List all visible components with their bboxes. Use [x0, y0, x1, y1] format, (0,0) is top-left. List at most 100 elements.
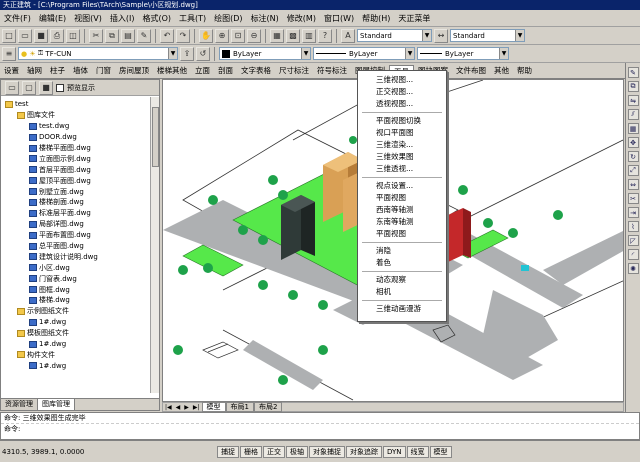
- zoom-previous-icon[interactable]: ⊖: [247, 28, 261, 43]
- help-icon[interactable]: ?: [318, 28, 332, 43]
- menu-tangent[interactable]: 天正菜单: [394, 13, 434, 24]
- extend-icon[interactable]: ⇥: [627, 207, 639, 218]
- undo-icon[interactable]: ↶: [160, 28, 174, 43]
- tab-help[interactable]: 帮助: [513, 65, 536, 76]
- tree-file-item[interactable]: 1#.dwg: [1, 360, 151, 371]
- tree-file-item[interactable]: 楼梯剖面.dwg: [1, 197, 151, 208]
- toggle-model[interactable]: 模型: [429, 445, 452, 458]
- view-menu-item[interactable]: 透视视图...: [358, 98, 446, 110]
- view-menu-item[interactable]: 着色: [358, 257, 446, 269]
- toggle-dyn[interactable]: DYN: [383, 445, 406, 458]
- view-menu-item[interactable]: 消隐: [358, 245, 446, 257]
- cut-icon[interactable]: ✂: [89, 28, 103, 43]
- tree-file-item[interactable]: 屋顶平面图.dwg: [1, 175, 151, 186]
- tab-text-tables[interactable]: 文字表格: [237, 65, 275, 76]
- command-line[interactable]: 命令: 三维效果图生成完毕 命令:: [0, 412, 640, 440]
- tab-walls[interactable]: 墙体: [69, 65, 92, 76]
- menu-insert[interactable]: 插入(I): [106, 13, 139, 24]
- tree-file-item[interactable]: 楼梯.dwg: [1, 295, 151, 306]
- last-tab-icon[interactable]: ▶|: [191, 404, 202, 411]
- view-menu-item[interactable]: 视口平面图: [358, 127, 446, 139]
- command-prompt[interactable]: 命令:: [1, 424, 639, 435]
- copy-icon[interactable]: ⧉: [105, 28, 119, 43]
- tree-file-item[interactable]: test.dwg: [1, 121, 151, 132]
- menu-dimension[interactable]: 标注(N): [247, 13, 283, 24]
- toggle-lineweight[interactable]: 线宽: [406, 445, 429, 458]
- tree-file-item[interactable]: 门窗表.dwg: [1, 273, 151, 284]
- view-menu-item[interactable]: 三维动画漫游: [358, 303, 446, 315]
- preview-checkbox[interactable]: [56, 83, 64, 92]
- tree-file-item[interactable]: 建筑设计说明.dwg: [1, 251, 151, 262]
- toggle-ortho[interactable]: 正交: [263, 445, 285, 458]
- tree-file-item[interactable]: 1#.dwg: [1, 317, 151, 328]
- menu-file[interactable]: 文件(F): [0, 13, 35, 24]
- tab-symbols[interactable]: 符号标注: [313, 65, 351, 76]
- tree-file-item[interactable]: 平面布置图.dwg: [1, 230, 151, 241]
- layer-combo[interactable]: ● ☀ ⚿ TF-CUN ▼: [18, 47, 178, 60]
- view-menu-item[interactable]: 平面视图切换: [358, 115, 446, 127]
- color-combo[interactable]: ByLayer ▼: [219, 47, 311, 60]
- move-icon[interactable]: ✥: [627, 137, 639, 148]
- prev-tab-icon[interactable]: ◀: [174, 404, 183, 411]
- tree-file-item[interactable]: 立面图示例.dwg: [1, 153, 151, 164]
- print-icon[interactable]: ⎙: [50, 28, 64, 43]
- tree-file-item[interactable]: 总平面图.dwg: [1, 241, 151, 252]
- view-menu-item[interactable]: 西南等轴测: [358, 204, 446, 216]
- menu-edit[interactable]: 编辑(E): [35, 13, 70, 24]
- save-icon[interactable]: ■: [34, 28, 48, 43]
- tab-other[interactable]: 其他: [490, 65, 513, 76]
- dim-style-combo[interactable]: Standard ▼: [450, 29, 525, 42]
- menu-draw[interactable]: 绘图(D): [210, 13, 246, 24]
- tab-layout-2[interactable]: 布局2: [254, 402, 283, 412]
- view-menu-item[interactable]: 相机: [358, 286, 446, 298]
- view-menu-item[interactable]: 三维透视...: [358, 163, 446, 175]
- text-style-combo[interactable]: Standard ▼: [357, 29, 432, 42]
- match-properties-icon[interactable]: ✎: [137, 28, 151, 43]
- view-menu-item[interactable]: 三维视图...: [358, 74, 446, 86]
- mirror-icon[interactable]: ⇋: [627, 95, 639, 106]
- toggle-snap[interactable]: 捕捉: [217, 445, 239, 458]
- tab-layout-1[interactable]: 布局1: [225, 402, 254, 412]
- stretch-icon[interactable]: ⇔: [627, 179, 639, 190]
- folder-icon[interactable]: ▭: [5, 80, 19, 95]
- tab-columns[interactable]: 柱子: [46, 65, 69, 76]
- tree-file-item[interactable]: 小区.dwg: [1, 262, 151, 273]
- scroll-thumb[interactable]: [152, 107, 159, 167]
- tree-folder-item[interactable]: 示例图纸文件: [1, 306, 151, 317]
- lineweight-combo[interactable]: ByLayer ▼: [417, 47, 509, 60]
- design-center-icon[interactable]: ▩: [286, 28, 300, 43]
- tab-model[interactable]: 模型: [201, 402, 226, 412]
- paste-icon[interactable]: ▤: [121, 28, 135, 43]
- menu-modify[interactable]: 修改(M): [283, 13, 320, 24]
- new-file-icon[interactable]: □: [2, 28, 16, 43]
- tab-rooms-roofs[interactable]: 房间屋顶: [115, 65, 153, 76]
- scale-icon[interactable]: ⤢: [627, 165, 639, 176]
- tab-elevation[interactable]: 立面: [191, 65, 214, 76]
- redo-icon[interactable]: ↷: [176, 28, 190, 43]
- tree-folder-item[interactable]: test: [1, 99, 151, 110]
- zoom-window-icon[interactable]: ⊡: [231, 28, 245, 43]
- save-icon[interactable]: ■: [39, 80, 53, 95]
- tab-axis[interactable]: 轴网: [23, 65, 46, 76]
- array-icon[interactable]: ▦: [627, 123, 639, 134]
- tab-layout[interactable]: 文件布图: [452, 65, 490, 76]
- tab-doors-windows[interactable]: 门窗: [92, 65, 115, 76]
- tree-file-item[interactable]: 别墅立面.dwg: [1, 186, 151, 197]
- make-current-layer-icon[interactable]: ⇪: [180, 46, 194, 61]
- rotate-icon[interactable]: ↻: [627, 151, 639, 162]
- tree-file-item[interactable]: 楼梯平面图.dwg: [1, 143, 151, 154]
- open-folder-icon[interactable]: ▭: [18, 28, 32, 43]
- menu-format[interactable]: 格式(O): [138, 13, 175, 24]
- first-tab-icon[interactable]: |◀: [163, 404, 174, 411]
- menu-help[interactable]: 帮助(H): [358, 13, 394, 24]
- tab-stairs[interactable]: 楼梯其他: [153, 65, 191, 76]
- toggle-otrack[interactable]: 对象追踪: [346, 445, 382, 458]
- open-icon[interactable]: ▢: [22, 80, 36, 95]
- tree-file-item[interactable]: DOOR.dwg: [1, 132, 151, 143]
- menu-view[interactable]: 视图(V): [70, 13, 106, 24]
- tree-file-item[interactable]: 图框.dwg: [1, 284, 151, 295]
- break-icon[interactable]: ⌇: [627, 221, 639, 232]
- layer-manager-icon[interactable]: ≡: [2, 46, 16, 61]
- tree-folder-item[interactable]: 模板图纸文件: [1, 328, 151, 339]
- view-menu-item[interactable]: 三维效果图: [358, 151, 446, 163]
